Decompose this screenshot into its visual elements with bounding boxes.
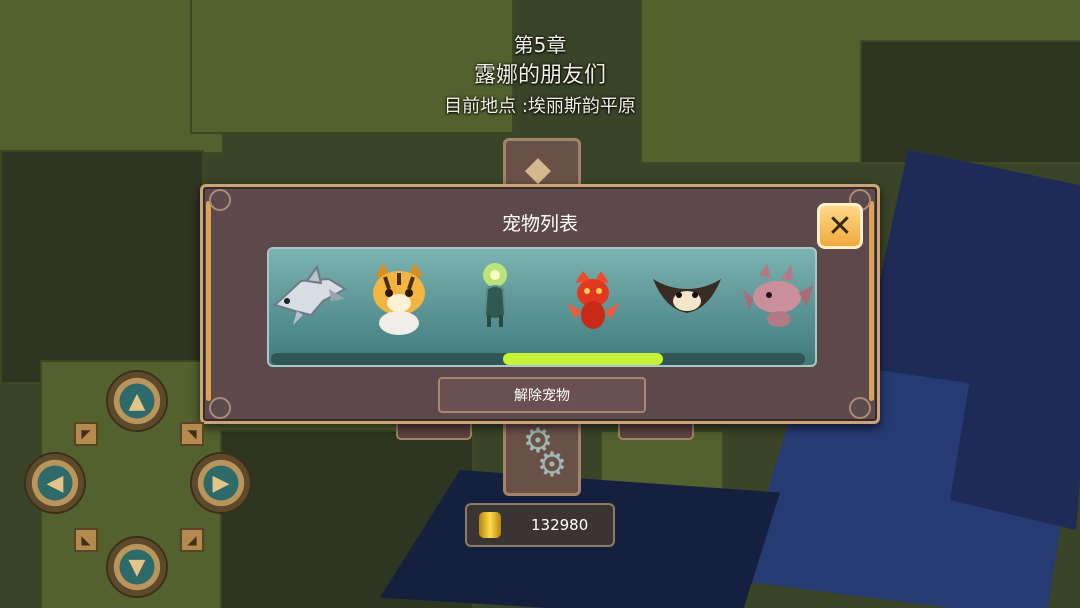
move-down-left-button[interactable]: ◣ (74, 528, 98, 552)
red-dragon-pet-icon (567, 271, 619, 329)
cube-icon: ◆ (524, 149, 552, 189)
move-down-right-button[interactable]: ◢ (180, 528, 204, 552)
pet-slot[interactable] (361, 257, 437, 341)
left-arrow-icon: ◀ (46, 470, 64, 496)
right-arrow-icon: ▶ (212, 470, 230, 496)
corner-ornament (209, 397, 231, 419)
release-pet-button[interactable]: 解除宠物 (438, 377, 646, 413)
pet-slot[interactable] (739, 257, 815, 341)
chapter-title: 露娜的朋友们 (473, 63, 606, 88)
diagonal-arrow-icon: ◣ (81, 533, 91, 547)
move-left-button[interactable]: ◀ (26, 454, 84, 512)
shark-pet-icon (273, 264, 347, 325)
gear-icon: ⚙ (536, 445, 568, 485)
pet-list-scrollbar[interactable] (271, 353, 805, 365)
move-up-right-button[interactable]: ◥ (180, 422, 204, 446)
chapter-number: 第5章 (513, 33, 567, 57)
close-icon: ✕ (827, 208, 853, 244)
coin-amount: 132980 (531, 516, 589, 534)
pet-list-panel: 宠物列表 ✕ 解除宠物 (200, 184, 880, 424)
up-arrow-icon: ▲ (128, 388, 146, 414)
move-down-button[interactable]: ▼ (108, 538, 166, 596)
pet-slot[interactable] (457, 257, 533, 341)
close-button[interactable]: ✕ (817, 203, 863, 249)
green-spirit-pet-icon (483, 263, 507, 327)
manta-ray-pet-icon (653, 279, 721, 313)
corner-ornament (209, 189, 231, 211)
pet-slot[interactable] (271, 257, 347, 341)
chapter-header: 第5章 露娜的朋友们 目前地点 :埃丽斯韵平原 (0, 30, 1080, 122)
diagonal-arrow-icon: ◢ (187, 533, 197, 547)
diagonal-arrow-icon: ◥ (187, 427, 197, 441)
current-location: 目前地点 :埃丽斯韵平原 (444, 96, 636, 117)
gold-coin-stack-icon (479, 512, 501, 538)
pink-dragon-pet-icon (743, 263, 813, 327)
move-right-button[interactable]: ▶ (192, 454, 250, 512)
pet-slot[interactable] (649, 257, 725, 341)
pet-slot[interactable] (553, 257, 629, 341)
coin-counter: 132980 (465, 503, 615, 547)
scrollbar-thumb[interactable] (502, 353, 663, 365)
grass-block (0, 150, 204, 384)
down-arrow-icon: ▼ (128, 554, 146, 580)
panel-title: 宠物列表 (501, 213, 578, 235)
corner-ornament (849, 397, 871, 419)
move-up-left-button[interactable]: ◤ (74, 422, 98, 446)
tiger-cub-pet-icon (373, 263, 425, 335)
diagonal-arrow-icon: ◤ (81, 427, 91, 441)
move-up-button[interactable]: ▲ (108, 372, 166, 430)
pet-list[interactable] (267, 247, 817, 367)
